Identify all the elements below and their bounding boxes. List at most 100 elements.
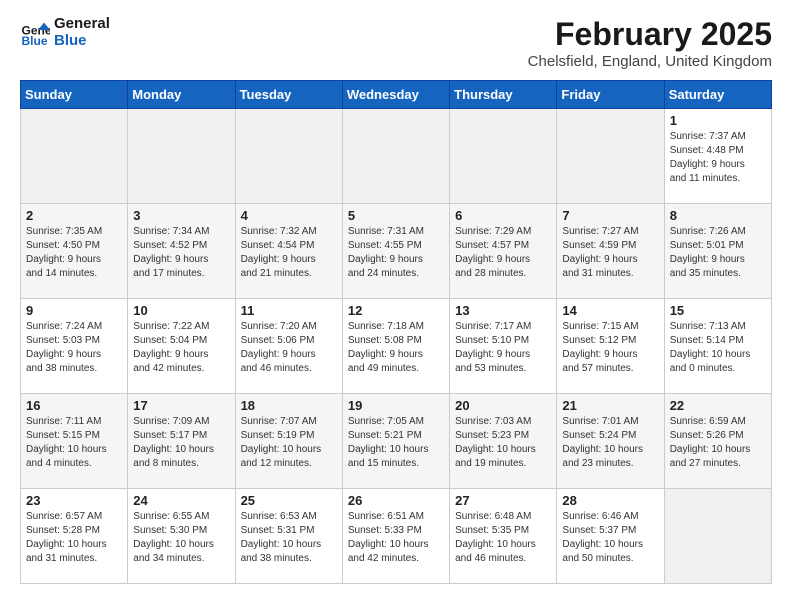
- calendar-cell: 23 Sunrise: 6:57 AM Sunset: 5:28 PM Dayli…: [21, 489, 128, 584]
- day-number: 11: [241, 303, 337, 318]
- logo-line2: Blue: [54, 33, 110, 50]
- calendar-cell: 24 Sunrise: 6:55 AM Sunset: 5:30 PM Dayli…: [128, 489, 235, 584]
- day-number: 4: [241, 208, 337, 223]
- day-info: Sunrise: 6:55 AM Sunset: 5:30 PM Dayligh…: [133, 510, 229, 566]
- calendar-cell: 18Sunrise: 7:07 AM Sunset: 5:19 PM Dayli…: [235, 394, 342, 489]
- calendar-cell: 22 Sunrise: 6:59 AM Sunset: 5:26 PM Dayli…: [664, 394, 771, 489]
- calendar-cell: 12Sunrise: 7:18 AM Sunset: 5:08 PM Dayli…: [342, 299, 449, 394]
- day-info: Sunrise: 7:11 AM Sunset: 5:15 PM Dayligh…: [26, 415, 122, 471]
- logo-icon: General Blue: [20, 18, 50, 48]
- day-number: 9: [26, 303, 122, 318]
- day-info: Sunrise: 7:34 AM Sunset: 4:52 PM Dayligh…: [133, 225, 229, 281]
- calendar-cell: 17 Sunrise: 7:09 AM Sunset: 5:17 PM Dayli…: [128, 394, 235, 489]
- day-number: 10: [133, 303, 229, 318]
- calendar-cell: [450, 109, 557, 204]
- calendar-cell: 25Sunrise: 6:53 AM Sunset: 5:31 PM Dayli…: [235, 489, 342, 584]
- day-number: 15: [670, 303, 766, 318]
- day-number: 3: [133, 208, 229, 223]
- svg-text:Blue: Blue: [22, 34, 48, 48]
- calendar-cell: 28 Sunrise: 6:46 AM Sunset: 5:37 PM Dayli…: [557, 489, 664, 584]
- calendar-cell: 14 Sunrise: 7:15 AM Sunset: 5:12 PM Dayli…: [557, 299, 664, 394]
- calendar-cell: 15Sunrise: 7:13 AM Sunset: 5:14 PM Dayli…: [664, 299, 771, 394]
- week-row-4: 16 Sunrise: 7:11 AM Sunset: 5:15 PM Dayli…: [21, 394, 772, 489]
- calendar-cell: [235, 109, 342, 204]
- day-number: 20: [455, 398, 551, 413]
- weekday-header-tuesday: Tuesday: [235, 81, 342, 109]
- day-info: Sunrise: 6:51 AM Sunset: 5:33 PM Dayligh…: [348, 510, 444, 566]
- day-number: 2: [26, 208, 122, 223]
- weekday-header-saturday: Saturday: [664, 81, 771, 109]
- day-info: Sunrise: 7:01 AM Sunset: 5:24 PM Dayligh…: [562, 415, 658, 471]
- day-number: 28: [562, 493, 658, 508]
- day-info: Sunrise: 6:59 AM Sunset: 5:26 PM Dayligh…: [670, 415, 766, 471]
- day-info: Sunrise: 7:22 AM Sunset: 5:04 PM Dayligh…: [133, 320, 229, 376]
- day-number: 8: [670, 208, 766, 223]
- day-info: Sunrise: 7:09 AM Sunset: 5:17 PM Dayligh…: [133, 415, 229, 471]
- calendar-cell: 8 Sunrise: 7:26 AM Sunset: 5:01 PM Daylig…: [664, 204, 771, 299]
- weekday-header-friday: Friday: [557, 81, 664, 109]
- calendar-cell: 7Sunrise: 7:27 AM Sunset: 4:59 PM Daylig…: [557, 204, 664, 299]
- day-info: Sunrise: 7:20 AM Sunset: 5:06 PM Dayligh…: [241, 320, 337, 376]
- day-number: 26: [348, 493, 444, 508]
- calendar-cell: 9 Sunrise: 7:24 AM Sunset: 5:03 PM Daylig…: [21, 299, 128, 394]
- day-number: 17: [133, 398, 229, 413]
- day-number: 13: [455, 303, 551, 318]
- day-info: Sunrise: 7:24 AM Sunset: 5:03 PM Dayligh…: [26, 320, 122, 376]
- day-info: Sunrise: 7:03 AM Sunset: 5:23 PM Dayligh…: [455, 415, 551, 471]
- calendar-cell: 2 Sunrise: 7:35 AM Sunset: 4:50 PM Daylig…: [21, 204, 128, 299]
- day-number: 23: [26, 493, 122, 508]
- day-number: 12: [348, 303, 444, 318]
- day-info: Sunrise: 7:26 AM Sunset: 5:01 PM Dayligh…: [670, 225, 766, 281]
- calendar-cell: 10 Sunrise: 7:22 AM Sunset: 5:04 PM Dayli…: [128, 299, 235, 394]
- calendar-cell: [664, 489, 771, 584]
- weekday-header-wednesday: Wednesday: [342, 81, 449, 109]
- calendar-cell: 1Sunrise: 7:37 AM Sunset: 4:48 PM Daylig…: [664, 109, 771, 204]
- day-number: 22: [670, 398, 766, 413]
- calendar-cell: 11 Sunrise: 7:20 AM Sunset: 5:06 PM Dayli…: [235, 299, 342, 394]
- calendar-cell: 20 Sunrise: 7:03 AM Sunset: 5:23 PM Dayli…: [450, 394, 557, 489]
- day-info: Sunrise: 7:31 AM Sunset: 4:55 PM Dayligh…: [348, 225, 444, 281]
- week-row-2: 2 Sunrise: 7:35 AM Sunset: 4:50 PM Daylig…: [21, 204, 772, 299]
- calendar-cell: [21, 109, 128, 204]
- day-number: 19: [348, 398, 444, 413]
- day-number: 7: [562, 208, 658, 223]
- week-row-5: 23 Sunrise: 6:57 AM Sunset: 5:28 PM Dayli…: [21, 489, 772, 584]
- day-number: 5: [348, 208, 444, 223]
- day-number: 21: [562, 398, 658, 413]
- day-number: 14: [562, 303, 658, 318]
- day-number: 27: [455, 493, 551, 508]
- header: General Blue General Blue February 2025 …: [20, 16, 772, 70]
- calendar-cell: 16 Sunrise: 7:11 AM Sunset: 5:15 PM Dayli…: [21, 394, 128, 489]
- day-info: Sunrise: 7:05 AM Sunset: 5:21 PM Dayligh…: [348, 415, 444, 471]
- week-row-3: 9 Sunrise: 7:24 AM Sunset: 5:03 PM Daylig…: [21, 299, 772, 394]
- main-title: February 2025: [528, 16, 772, 53]
- logo: General Blue General Blue: [20, 16, 110, 49]
- weekday-header-sunday: Sunday: [21, 81, 128, 109]
- day-number: 6: [455, 208, 551, 223]
- calendar-cell: [128, 109, 235, 204]
- calendar-cell: [557, 109, 664, 204]
- calendar-cell: 3 Sunrise: 7:34 AM Sunset: 4:52 PM Daylig…: [128, 204, 235, 299]
- calendar-cell: 27 Sunrise: 6:48 AM Sunset: 5:35 PM Dayli…: [450, 489, 557, 584]
- day-number: 24: [133, 493, 229, 508]
- day-info: Sunrise: 7:15 AM Sunset: 5:12 PM Dayligh…: [562, 320, 658, 376]
- day-number: 25: [241, 493, 337, 508]
- calendar-cell: 21 Sunrise: 7:01 AM Sunset: 5:24 PM Dayli…: [557, 394, 664, 489]
- day-info: Sunrise: 6:46 AM Sunset: 5:37 PM Dayligh…: [562, 510, 658, 566]
- day-info: Sunrise: 7:32 AM Sunset: 4:54 PM Dayligh…: [241, 225, 337, 281]
- day-number: 16: [26, 398, 122, 413]
- weekday-header-row: SundayMondayTuesdayWednesdayThursdayFrid…: [21, 81, 772, 109]
- calendar: SundayMondayTuesdayWednesdayThursdayFrid…: [20, 80, 772, 584]
- day-info: Sunrise: 7:35 AM Sunset: 4:50 PM Dayligh…: [26, 225, 122, 281]
- weekday-header-thursday: Thursday: [450, 81, 557, 109]
- day-info: Sunrise: 6:48 AM Sunset: 5:35 PM Dayligh…: [455, 510, 551, 566]
- day-number: 1: [670, 113, 766, 128]
- calendar-cell: 26 Sunrise: 6:51 AM Sunset: 5:33 PM Dayli…: [342, 489, 449, 584]
- day-info: Sunrise: 7:17 AM Sunset: 5:10 PM Dayligh…: [455, 320, 551, 376]
- calendar-cell: [342, 109, 449, 204]
- calendar-cell: 13 Sunrise: 7:17 AM Sunset: 5:10 PM Dayli…: [450, 299, 557, 394]
- day-number: 18: [241, 398, 337, 413]
- day-info: Sunrise: 6:57 AM Sunset: 5:28 PM Dayligh…: [26, 510, 122, 566]
- title-block: February 2025 Chelsfield, England, Unite…: [528, 16, 772, 70]
- week-row-1: 1Sunrise: 7:37 AM Sunset: 4:48 PM Daylig…: [21, 109, 772, 204]
